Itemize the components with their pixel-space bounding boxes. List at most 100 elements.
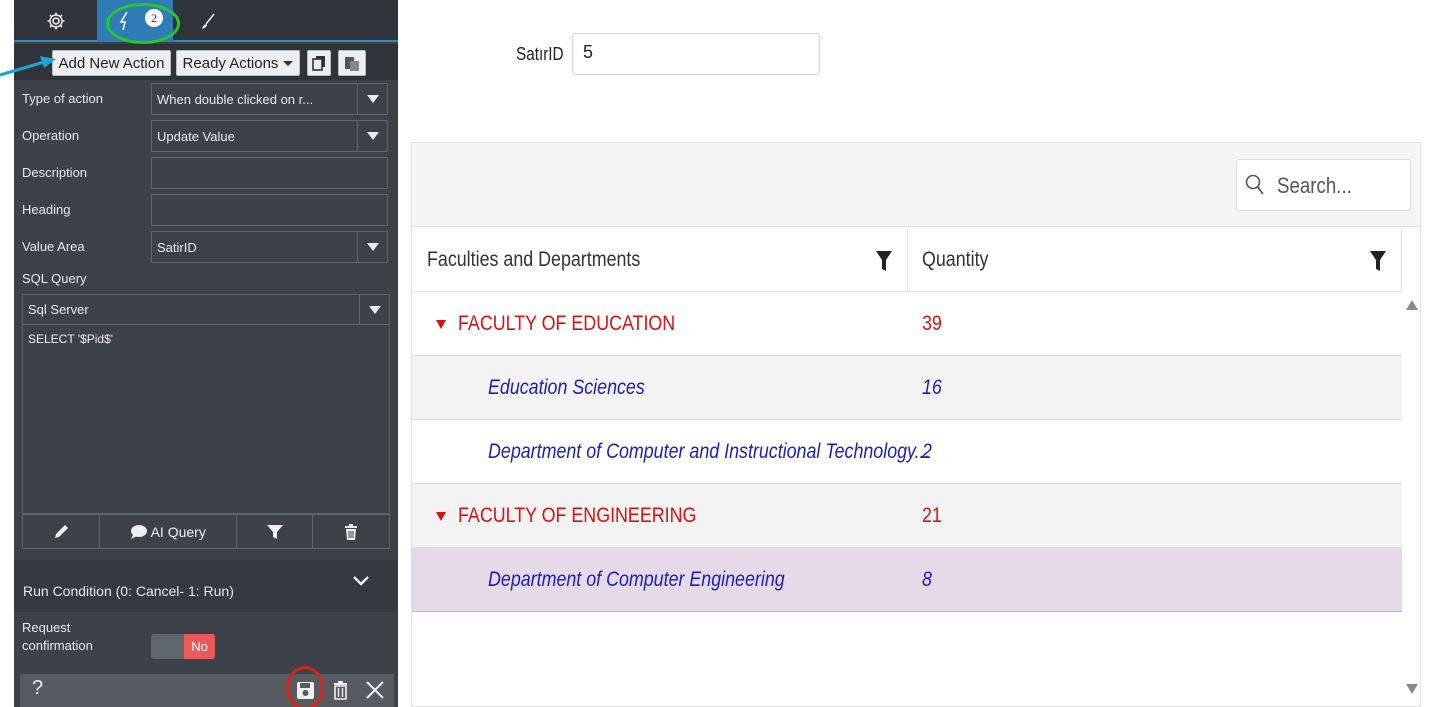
tab-settings[interactable] [38, 0, 74, 42]
operation-select[interactable]: Update Value [151, 120, 388, 152]
collapse-arrow-icon[interactable] [8, 389, 13, 397]
row-name: FACULTY OF EDUCATION [458, 312, 676, 335]
paste-icon [345, 57, 359, 71]
row-quantity-cell: 8 [922, 548, 934, 612]
table-row-group[interactable]: FACULTY OF ENGINEERING 21 [412, 484, 1402, 548]
scroll-up-icon[interactable] [1406, 300, 1418, 310]
sql-toolbar: AI Query [22, 514, 390, 549]
operation-value: Update Value [157, 128, 235, 144]
add-new-action-button[interactable]: Add New Action [52, 50, 171, 76]
request-confirmation-label: Request confirmation [22, 620, 93, 653]
highlight-circle-green [106, 3, 180, 44]
grid-toolbar: Search... [412, 143, 1420, 227]
toggle-state-label: No [184, 634, 215, 659]
row-quantity-cell: 16 [922, 356, 945, 420]
action-settings-panel: 2 Add New Action Ready Actions Type of a… [8, 0, 398, 707]
row-name-cell: Education Sciences [488, 356, 672, 420]
tree-grid: Search... Faculties and Departments Quan… [411, 142, 1421, 707]
speech-bubble-icon [130, 524, 147, 539]
panel-bottom-bar: ? [20, 666, 394, 707]
table-row[interactable]: Education Sciences 16 [412, 356, 1402, 420]
description-input[interactable] [151, 157, 388, 189]
column-header-faculties[interactable]: Faculties and Departments [412, 228, 908, 292]
satir-id-label: SatırID [516, 44, 564, 64]
copy-button[interactable] [307, 50, 331, 76]
row-quantity: 21 [922, 504, 942, 527]
vertical-scrollbar[interactable] [1402, 292, 1420, 706]
ai-query-label: AI Query [150, 523, 206, 540]
column-header-label: Quantity [922, 248, 989, 271]
chevron-down-icon[interactable] [352, 575, 370, 587]
row-quantity-cell: 39 [922, 292, 945, 356]
dropdown-arrow-icon [357, 84, 387, 114]
help-button[interactable]: ? [32, 677, 43, 700]
filter-button[interactable] [237, 515, 314, 548]
run-condition-section[interactable]: Run Condition (0: Cancel- 1: Run) [14, 560, 398, 612]
ai-query-button[interactable]: AI Query [100, 515, 237, 548]
row-quantity: 39 [922, 312, 942, 335]
row-name: Education Sciences [488, 376, 645, 399]
row-name: Department of Computer and Instructional… [488, 440, 930, 463]
edit-sql-button[interactable] [23, 515, 100, 548]
ready-actions-dropdown[interactable]: Ready Actions [176, 50, 300, 76]
value-area-label: Value Area [22, 239, 85, 254]
type-of-action-select[interactable]: When double clicked on r... [151, 83, 388, 115]
search-icon [1245, 174, 1264, 195]
brush-icon [202, 13, 215, 29]
operation-label: Operation [22, 128, 80, 143]
run-condition-label: Run Condition (0: Cancel- 1: Run) [23, 583, 234, 599]
row-quantity: 16 [922, 376, 942, 399]
column-header-label: Faculties and Departments [427, 248, 641, 271]
table-row-group[interactable]: FACULTY OF EDUCATION 39 [412, 292, 1402, 356]
column-header-quantity[interactable]: Quantity [908, 228, 1402, 292]
description-label: Description [22, 165, 88, 180]
sql-engine-value: Sql Server [28, 302, 89, 317]
trash-icon[interactable] [333, 680, 348, 700]
highlight-circle-red [286, 666, 324, 707]
sql-query-editor[interactable]: SELECT '$Pid$' [22, 325, 390, 514]
table-row-selected[interactable]: Department of Computer Engineering 8 [412, 548, 1402, 612]
action-toolbar: Add New Action Ready Actions [14, 44, 398, 80]
satir-id-input[interactable]: 5 [572, 33, 820, 75]
row-quantity-cell: 21 [922, 484, 945, 548]
dropdown-arrow-icon [357, 121, 387, 151]
row-quantity-cell: 2 [922, 420, 934, 484]
expand-toggle-icon[interactable] [436, 511, 446, 521]
row-name-cell: FACULTY OF EDUCATION [436, 292, 714, 356]
paste-button[interactable] [338, 50, 366, 76]
ready-actions-label: Ready Actions [182, 54, 279, 72]
filter-icon[interactable] [876, 250, 892, 272]
value-area-select[interactable]: SatirID [151, 231, 388, 263]
row-name: Department of Computer Engineering [488, 568, 785, 591]
row-quantity: 8 [922, 568, 932, 591]
heading-input[interactable] [151, 194, 388, 226]
caret-down-icon [283, 60, 294, 66]
annotation-arrow-icon [0, 56, 56, 77]
sql-engine-select[interactable]: Sql Server [22, 294, 390, 325]
dropdown-arrow-icon [359, 295, 389, 324]
search-box[interactable]: Search... [1236, 159, 1411, 211]
expand-toggle-icon[interactable] [436, 319, 446, 329]
close-icon[interactable] [365, 680, 385, 700]
row-quantity: 2 [922, 440, 932, 463]
trash-icon [345, 523, 358, 540]
copy-icon [312, 56, 325, 71]
dropdown-arrow-icon [357, 232, 387, 262]
filter-icon [266, 524, 283, 539]
type-of-action-value: When double clicked on r... [157, 91, 314, 107]
pencil-icon [54, 524, 68, 538]
tab-style[interactable] [190, 0, 226, 42]
panel-tab-bar: 2 [14, 0, 398, 44]
scroll-down-icon[interactable] [1406, 684, 1418, 694]
grid-header: Faculties and Departments Quantity [412, 228, 1402, 292]
gear-icon [47, 12, 65, 30]
row-name-cell: Department of Computer Engineering [488, 548, 837, 612]
sql-query-label: SQL Query [22, 271, 87, 286]
value-area-value: SatirID [157, 239, 197, 255]
delete-sql-button[interactable] [313, 515, 389, 548]
type-of-action-label: Type of action [22, 91, 103, 106]
filter-icon[interactable] [1370, 250, 1386, 272]
row-name-cell: FACULTY OF ENGINEERING [436, 484, 738, 548]
request-confirmation-toggle[interactable]: No [151, 634, 215, 659]
table-row[interactable]: Department of Computer and Instructional… [412, 420, 1402, 484]
